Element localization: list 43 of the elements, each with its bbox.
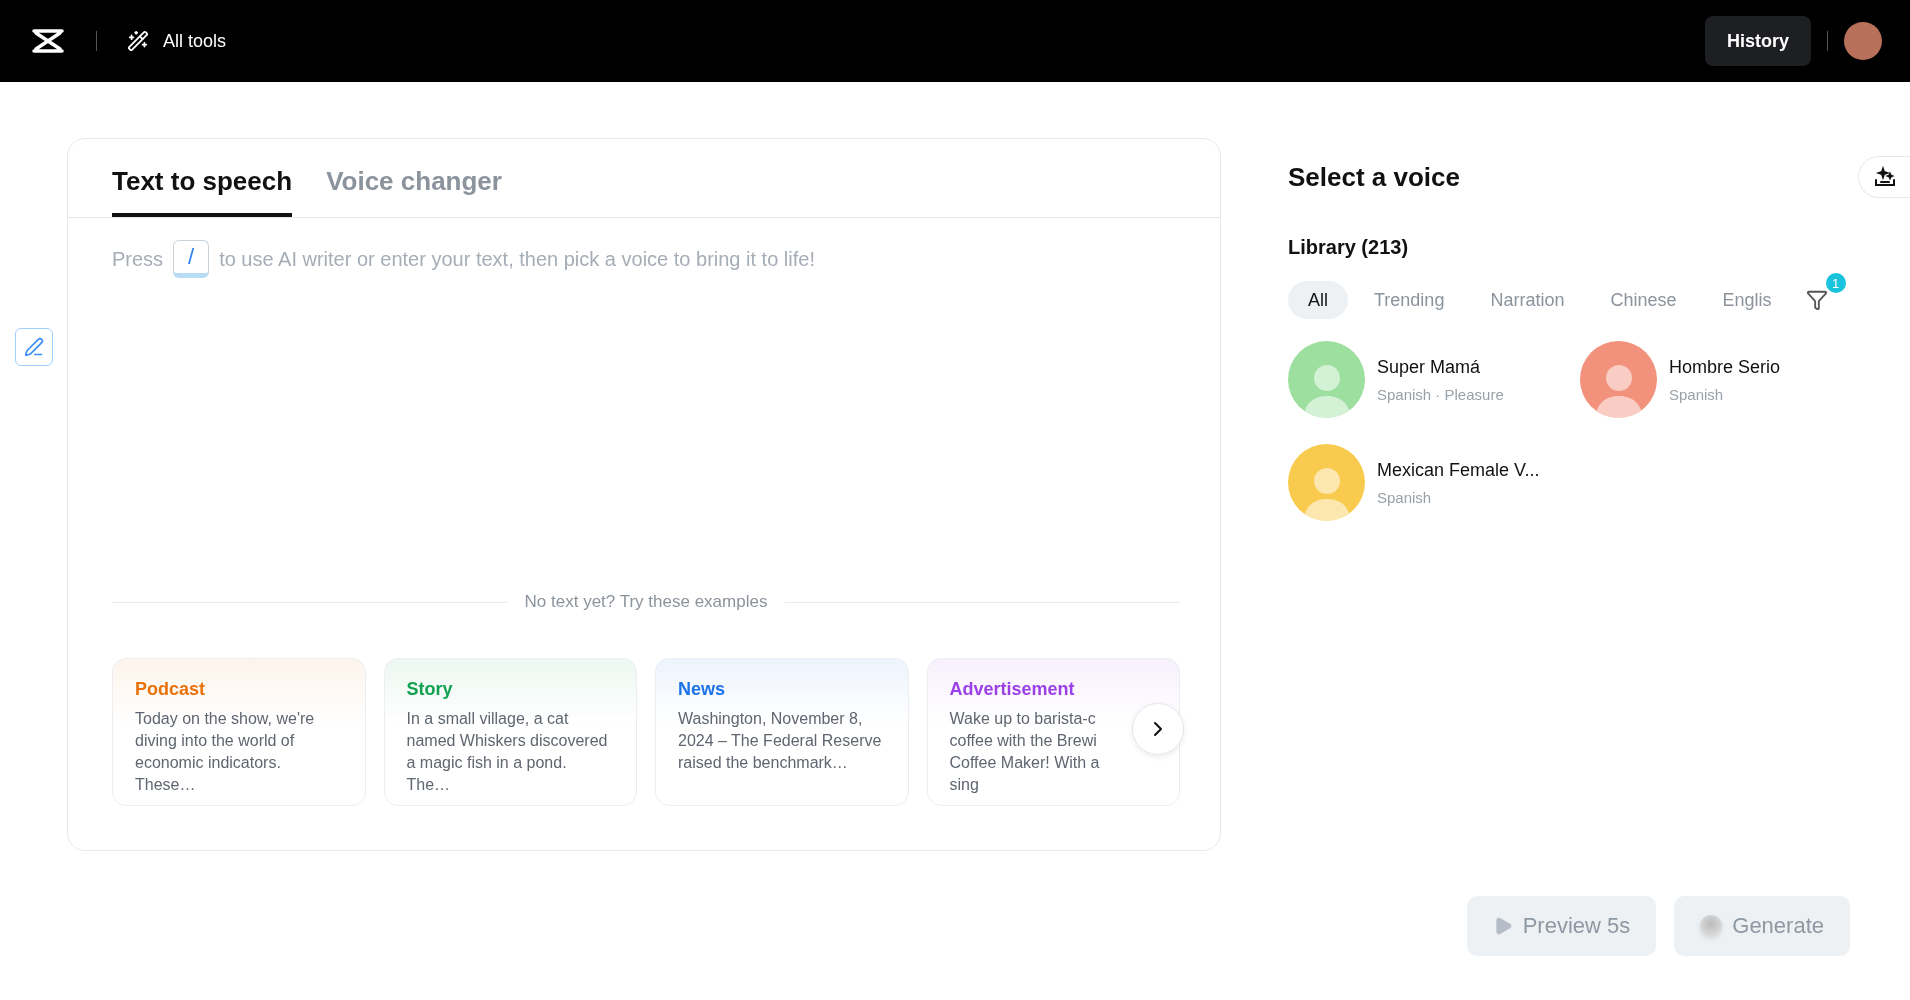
placeholder-text: Press (112, 247, 164, 271)
voice-name: Hombre Serio (1669, 356, 1781, 378)
tab[interactable]: Voice changer (326, 166, 502, 217)
user-avatar[interactable] (1844, 22, 1882, 60)
upload-sparkle-icon (1872, 165, 1897, 189)
category-chip[interactable]: Chinese (1590, 281, 1697, 319)
example-text: Wake up to barista-c coffee with the Brewi Coffee Maker! With a sing (949, 709, 1101, 795)
pen-icon (23, 337, 44, 357)
category-chip[interactable]: Trending (1354, 281, 1465, 319)
library-heading: Library (213) (1288, 236, 1410, 259)
example-card[interactable]: Podcast Today on the show, we're diving into the world of economic indicators. These… (112, 658, 366, 806)
slash-key: / (173, 240, 210, 278)
example-card[interactable]: Story In a small village, a cat named Whiskers discovered a magic fish in a pond. The… (383, 658, 637, 806)
logo-icon (30, 27, 66, 55)
voice-tags: Spanish (1377, 488, 1540, 506)
example-title: Story (406, 679, 454, 700)
voice-tags: Spanish (1669, 385, 1781, 403)
voice-name: Super Mamá (1377, 356, 1482, 378)
all-tools-link[interactable]: All tools (127, 30, 227, 52)
voice-tags: Spanish · Pleasure (1377, 385, 1504, 403)
category-chip[interactable]: Narration (1470, 281, 1585, 319)
voice-name: Mexican Female V... (1377, 459, 1540, 481)
filter-icon[interactable] (1805, 289, 1828, 311)
magic-wand-icon (127, 30, 149, 52)
example-card[interactable]: Advertisement Wake up to barista-c coffee with the Brewi Coffee Maker! With a sing (926, 658, 1180, 806)
example-text: In a small village, a cat named Whiskers discovered a magic fish in a pond. The… (406, 709, 609, 795)
example-title: News (678, 679, 727, 700)
category-chip[interactable]: Englis (1702, 281, 1792, 319)
ai-writer-button[interactable] (14, 328, 53, 366)
upload-voice-button[interactable] (1858, 156, 1910, 198)
tab[interactable]: Text to speech (112, 166, 293, 217)
example-text: Today on the show, we're diving into the world of economic indicators. These… (135, 709, 316, 795)
example-title: Podcast (135, 679, 207, 700)
example-title: Advertisement (949, 679, 1076, 700)
category-chip[interactable]: All (1288, 281, 1348, 319)
example-text: Washington, November 8, 2024 – The Federal Reserve raised the benchmark… (678, 709, 883, 773)
panel-title: Select a voice (1288, 161, 1460, 193)
example-card[interactable]: News Washington, November 8, 2024 – The Federal Reserve raised the benchmark… (655, 658, 909, 806)
examples-heading: No text yet? Try these examples (524, 592, 768, 612)
spinner-icon (1700, 915, 1723, 937)
filter-count-badge: 1 (1825, 273, 1846, 293)
history-button[interactable]: History (1705, 16, 1811, 66)
placeholder-text: to use AI writer or enter your text, then pick a voice to bring it to life! (219, 247, 815, 271)
